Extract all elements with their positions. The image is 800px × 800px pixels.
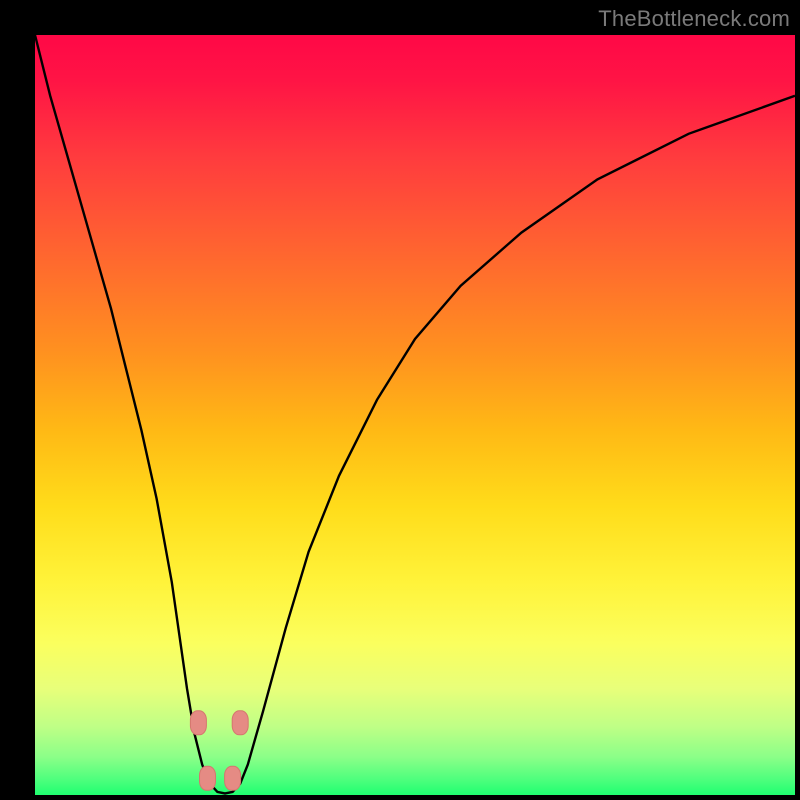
chart-plot-area xyxy=(35,35,795,795)
curve-marker xyxy=(232,711,248,735)
watermark-text: TheBottleneck.com xyxy=(598,6,790,32)
curve-marker xyxy=(225,766,241,790)
curve-marker xyxy=(190,711,206,735)
curve-marker xyxy=(200,766,216,790)
bottleneck-curve xyxy=(35,35,795,795)
chart-frame: TheBottleneck.com xyxy=(0,0,800,800)
curve-line xyxy=(35,35,795,793)
